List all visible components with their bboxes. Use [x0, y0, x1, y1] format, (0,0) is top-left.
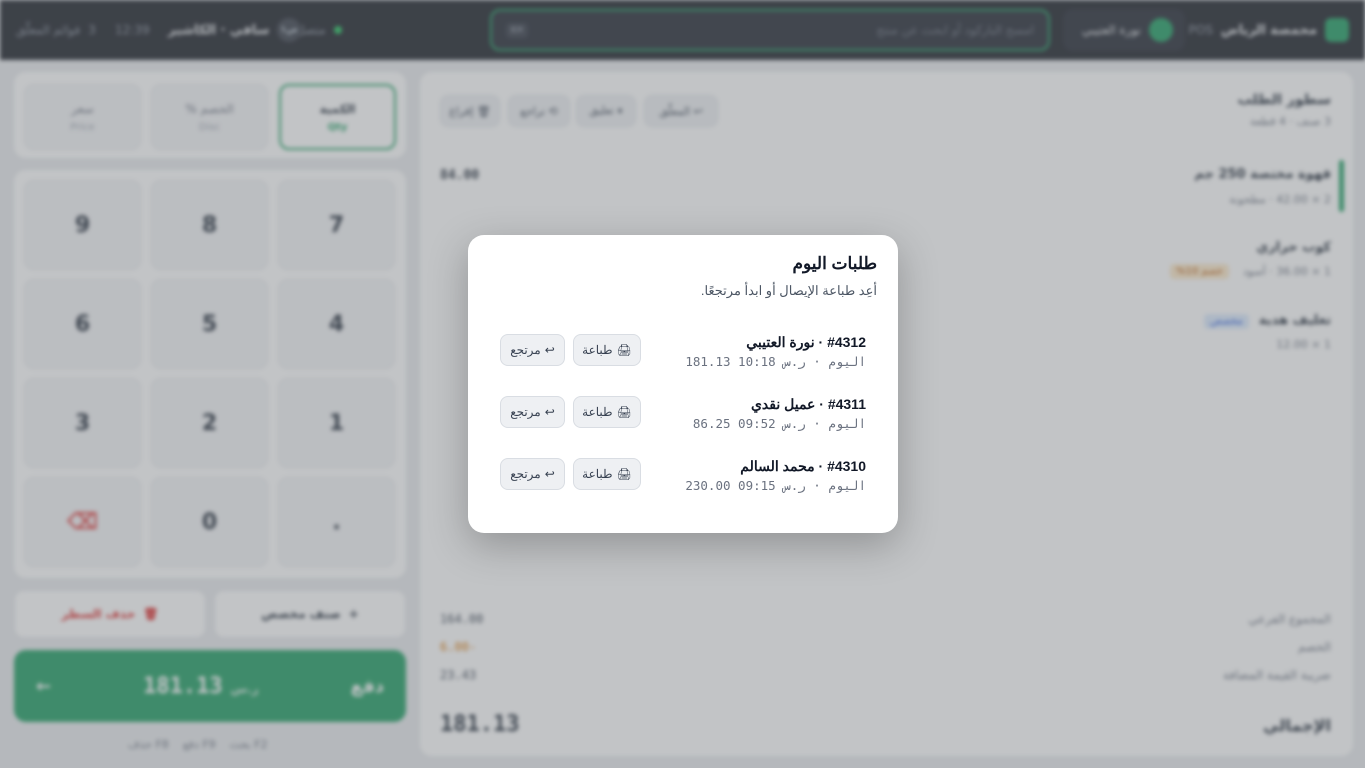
return-arrow-icon: ↩ — [544, 467, 555, 481]
order-title: #4311 · عميل نقدي — [750, 396, 866, 412]
return-button[interactable]: ↩ مرتجع — [500, 334, 565, 366]
order-meta: 230.00 09:15 اليوم · ر.س — [685, 478, 866, 493]
return-arrow-icon: ↩ — [544, 343, 555, 357]
return-arrow-icon: ↩ — [544, 405, 555, 419]
print-button[interactable]: 🖨 طباعة — [573, 458, 641, 490]
order-row: #4312 · نورة العتيبي 181.13 10:18 اليوم … — [500, 334, 866, 384]
return-button[interactable]: ↩ مرتجع — [500, 458, 565, 490]
dialog-description: أعِد طباعة الإيصال أو ابدأ مرتجعًا. — [700, 283, 877, 298]
order-meta: 86.25 09:52 اليوم · ر.س — [692, 416, 866, 431]
dialog-title: طلبات اليوم — [792, 254, 877, 273]
printer-icon: 🖨 — [616, 343, 632, 357]
order-title: #4312 · نورة العتيبي — [746, 334, 866, 350]
order-row: #4310 · محمد السالم 230.00 09:15 اليوم ·… — [500, 458, 866, 508]
printer-icon: 🖨 — [616, 467, 632, 481]
print-button[interactable]: 🖨 طباعة — [573, 334, 641, 366]
order-row: #4311 · عميل نقدي 86.25 09:52 اليوم · ر.… — [500, 396, 866, 446]
printer-icon: 🖨 — [616, 405, 632, 419]
order-title: #4310 · محمد السالم — [740, 458, 866, 474]
order-meta: 181.13 10:18 اليوم · ر.س — [685, 354, 866, 369]
print-button[interactable]: 🖨 طباعة — [573, 396, 641, 428]
return-button[interactable]: ↩ مرتجع — [500, 396, 565, 428]
